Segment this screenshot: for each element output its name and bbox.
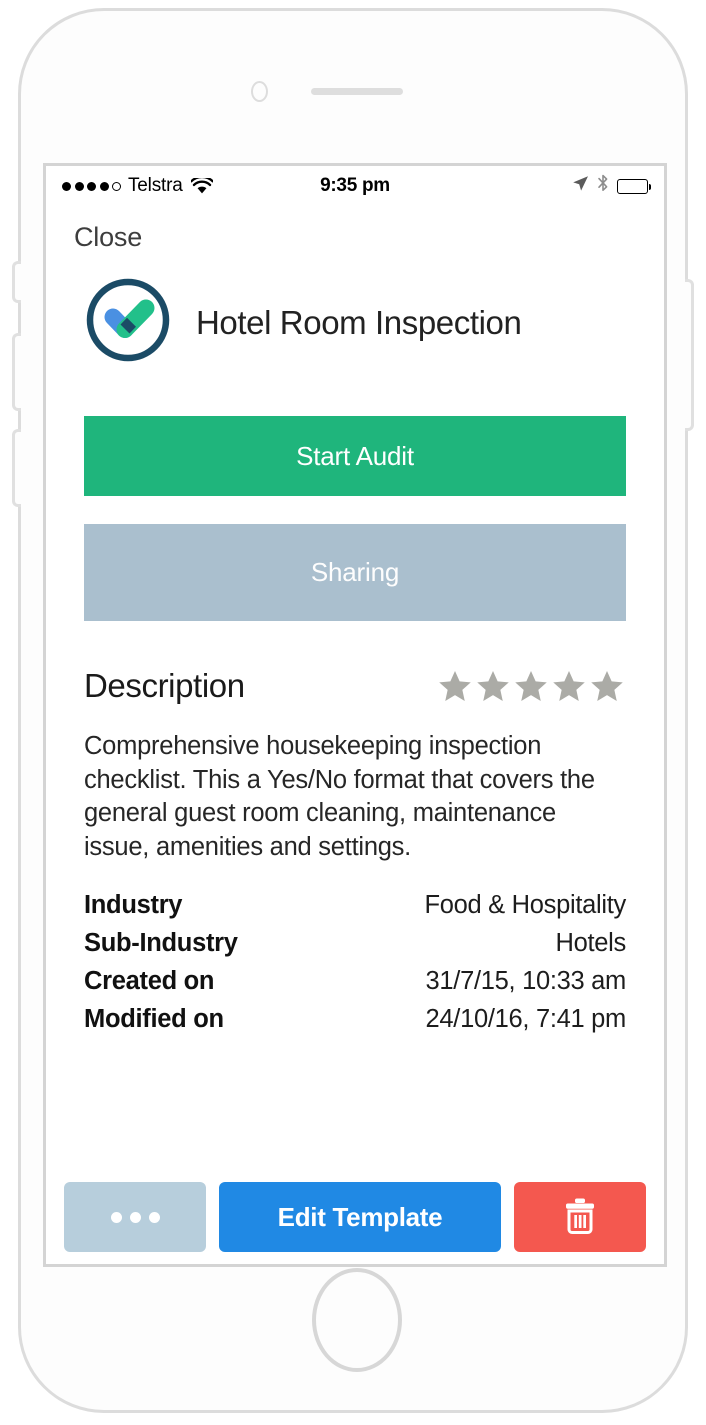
content-area: Hotel Room Inspection Start Audit Sharin…	[46, 268, 664, 1172]
meta-row-sub-industry: Sub-Industry Hotels	[84, 924, 626, 962]
template-header: Hotel Room Inspection	[84, 276, 626, 369]
bluetooth-icon	[597, 174, 609, 198]
meta-value: 24/10/16, 7:41 pm	[425, 1004, 627, 1033]
ellipsis-icon	[110, 1211, 122, 1223]
earpiece-speaker-icon	[311, 88, 403, 95]
location-arrow-icon	[572, 175, 589, 198]
power-button[interactable]	[685, 279, 694, 431]
star-rating[interactable]	[436, 668, 626, 704]
meta-label: Industry	[84, 890, 183, 919]
ellipsis-icon	[148, 1211, 160, 1223]
star-icon[interactable]	[474, 668, 512, 704]
star-icon[interactable]	[588, 668, 626, 704]
meta-label: Sub-Industry	[84, 928, 238, 957]
description-heading: Description	[84, 667, 245, 704]
bottom-toolbar: Edit Template	[46, 1172, 664, 1264]
wifi-icon	[190, 177, 213, 195]
meta-row-industry: Industry Food & Hospitality	[84, 886, 626, 924]
phone-frame: Telstra 9:35 pm Close Hotel Room Inspect…	[12, 8, 694, 1413]
trash-icon	[563, 1197, 597, 1238]
start-audit-button[interactable]: Start Audit	[84, 416, 626, 496]
volume-down-button[interactable]	[12, 429, 21, 507]
template-metadata: Industry Food & Hospitality Sub-Industry…	[84, 886, 626, 1038]
more-options-button[interactable]	[64, 1182, 206, 1252]
meta-value: Hotels	[555, 928, 627, 957]
description-header: Description	[84, 667, 626, 705]
front-camera-icon	[251, 81, 268, 102]
meta-row-created-on: Created on 31/7/15, 10:33 am	[84, 962, 626, 1000]
description-body: Comprehensive housekeeping inspection ch…	[84, 732, 595, 861]
meta-label: Created on	[84, 966, 215, 995]
safetyculture-check-logo-icon	[84, 276, 172, 369]
status-bar: Telstra 9:35 pm	[46, 166, 664, 206]
silent-switch[interactable]	[12, 261, 21, 303]
delete-button[interactable]	[514, 1182, 646, 1252]
status-bar-right	[572, 174, 651, 198]
star-icon[interactable]	[550, 668, 588, 704]
status-bar-left: Telstra	[62, 175, 213, 197]
meta-value: 31/7/15, 10:33 am	[425, 966, 627, 995]
close-button[interactable]: Close	[74, 222, 142, 253]
carrier-label: Telstra	[128, 175, 183, 196]
page-title: Hotel Room Inspection	[196, 303, 522, 341]
ellipsis-icon	[129, 1211, 141, 1223]
meta-value: Food & Hospitality	[424, 890, 626, 919]
home-button[interactable]	[312, 1268, 402, 1372]
star-icon[interactable]	[512, 668, 550, 704]
meta-row-modified-on: Modified on 24/10/16, 7:41 pm	[84, 1000, 626, 1038]
meta-label: Modified on	[84, 1004, 224, 1033]
volume-up-button[interactable]	[12, 333, 21, 411]
battery-icon	[617, 178, 651, 194]
navigation-bar: Close	[46, 206, 664, 268]
signal-strength-icon	[62, 181, 121, 191]
star-icon[interactable]	[436, 668, 474, 704]
edit-template-button[interactable]: Edit Template	[219, 1182, 501, 1252]
phone-screen: Telstra 9:35 pm Close Hotel Room Inspect…	[43, 163, 667, 1267]
sharing-button[interactable]: Sharing	[84, 524, 626, 621]
